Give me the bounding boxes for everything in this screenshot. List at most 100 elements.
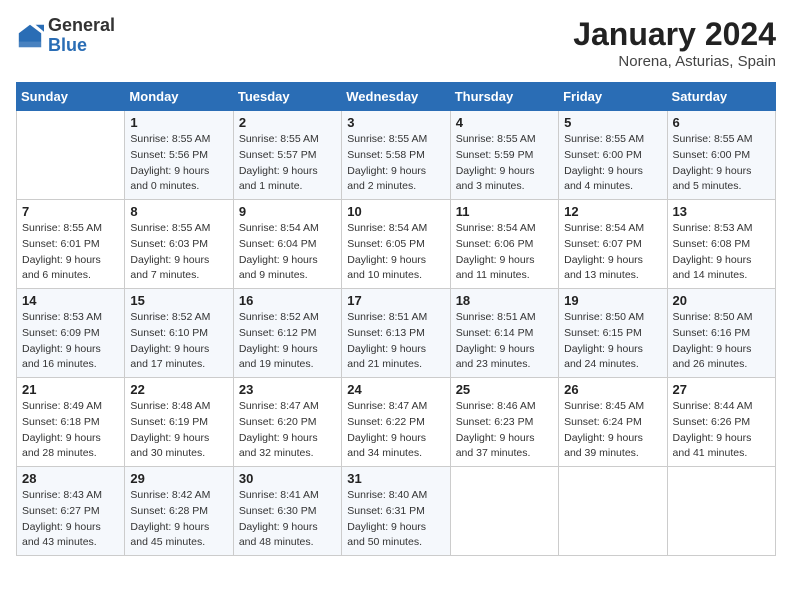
weekday-header-monday: Monday [125,83,233,111]
day-number: 24 [347,382,444,397]
calendar-week-1: 1Sunrise: 8:55 AM Sunset: 5:56 PM Daylig… [17,111,776,200]
calendar-cell [667,467,775,556]
day-number: 17 [347,293,444,308]
logo: General Blue [16,16,115,56]
weekday-header-tuesday: Tuesday [233,83,341,111]
calendar-week-4: 21Sunrise: 8:49 AM Sunset: 6:18 PM Dayli… [17,378,776,467]
day-number: 22 [130,382,227,397]
calendar-cell: 17 Sunrise: 8:51 AM Sunset: 6:13 PM Dayli… [342,289,450,378]
day-number: 27 [673,382,770,397]
day-info: Sunrise: 8:49 AM Sunset: 6:18 PM Dayligh… [22,399,119,462]
day-number: 9 [239,204,336,219]
day-number: 16 [239,293,336,308]
day-info: Sunrise: 8:50 AM Sunset: 6:15 PM Dayligh… [564,310,661,373]
calendar-cell: 20Sunrise: 8:50 AM Sunset: 6:16 PM Dayli… [667,289,775,378]
calendar-cell: 2Sunrise: 8:55 AM Sunset: 5:57 PM Daylig… [233,111,341,200]
weekday-header-saturday: Saturday [667,83,775,111]
weekday-header-wednesday: Wednesday [342,83,450,111]
calendar-cell: 13Sunrise: 8:53 AM Sunset: 6:08 PM Dayli… [667,200,775,289]
calendar-cell: 22 Sunrise: 8:48 AM Sunset: 6:19 PM Dayli… [125,378,233,467]
calendar-week-3: 14 Sunrise: 8:53 AM Sunset: 6:09 PM Dayli… [17,289,776,378]
day-info: Sunrise: 8:55 AM Sunset: 6:03 PM Dayligh… [130,221,227,284]
day-number: 14 [22,293,119,308]
day-number: 28 [22,471,119,486]
day-info: Sunrise: 8:48 AM Sunset: 6:19 PM Dayligh… [130,399,227,462]
day-number: 11 [456,204,553,219]
calendar-cell: 9 Sunrise: 8:54 AM Sunset: 6:04 PM Daylig… [233,200,341,289]
day-info: Sunrise: 8:55 AM Sunset: 6:00 PM Dayligh… [673,132,770,195]
logo-blue: Blue [48,36,115,56]
day-number: 13 [673,204,770,219]
calendar-cell: 24Sunrise: 8:47 AM Sunset: 6:22 PM Dayli… [342,378,450,467]
calendar-cell: 26 Sunrise: 8:45 AM Sunset: 6:24 PM Dayli… [559,378,667,467]
day-info: Sunrise: 8:52 AM Sunset: 6:12 PM Dayligh… [239,310,336,373]
day-info: Sunrise: 8:55 AM Sunset: 5:59 PM Dayligh… [456,132,553,195]
day-info: Sunrise: 8:40 AM Sunset: 6:31 PM Dayligh… [347,488,444,551]
day-info: Sunrise: 8:44 AM Sunset: 6:26 PM Dayligh… [673,399,770,462]
day-info: Sunrise: 8:51 AM Sunset: 6:13 PM Dayligh… [347,310,444,373]
calendar-cell: 7 Sunrise: 8:55 AM Sunset: 6:01 PM Daylig… [17,200,125,289]
day-number: 4 [456,115,553,130]
month-year: January 2024 [573,16,776,53]
calendar-cell: 31Sunrise: 8:40 AM Sunset: 6:31 PM Dayli… [342,467,450,556]
calendar-cell: 29 Sunrise: 8:42 AM Sunset: 6:28 PM Dayli… [125,467,233,556]
day-info: Sunrise: 8:53 AM Sunset: 6:09 PM Dayligh… [22,310,119,373]
day-info: Sunrise: 8:54 AM Sunset: 6:07 PM Dayligh… [564,221,661,284]
day-info: Sunrise: 8:42 AM Sunset: 6:28 PM Dayligh… [130,488,227,551]
day-info: Sunrise: 8:54 AM Sunset: 6:05 PM Dayligh… [347,221,444,284]
calendar-cell: 30Sunrise: 8:41 AM Sunset: 6:30 PM Dayli… [233,467,341,556]
calendar-cell [450,467,558,556]
day-number: 25 [456,382,553,397]
calendar-cell: 4 Sunrise: 8:55 AM Sunset: 5:59 PM Daylig… [450,111,558,200]
calendar-cell: 6 Sunrise: 8:55 AM Sunset: 6:00 PM Daylig… [667,111,775,200]
day-number: 5 [564,115,661,130]
calendar-table: SundayMondayTuesdayWednesdayThursdayFrid… [16,82,776,556]
day-info: Sunrise: 8:46 AM Sunset: 6:23 PM Dayligh… [456,399,553,462]
weekday-header-friday: Friday [559,83,667,111]
logo-general: General [48,16,115,36]
calendar-cell: 16 Sunrise: 8:52 AM Sunset: 6:12 PM Dayli… [233,289,341,378]
day-number: 10 [347,204,444,219]
day-number: 6 [673,115,770,130]
calendar-week-2: 7 Sunrise: 8:55 AM Sunset: 6:01 PM Daylig… [17,200,776,289]
calendar-cell: 1Sunrise: 8:55 AM Sunset: 5:56 PM Daylig… [125,111,233,200]
day-info: Sunrise: 8:55 AM Sunset: 6:01 PM Dayligh… [22,221,119,284]
calendar-cell: 14 Sunrise: 8:53 AM Sunset: 6:09 PM Dayli… [17,289,125,378]
calendar-cell: 19 Sunrise: 8:50 AM Sunset: 6:15 PM Dayli… [559,289,667,378]
logo-icon [16,22,44,50]
weekday-row: SundayMondayTuesdayWednesdayThursdayFrid… [17,83,776,111]
calendar-cell: 28Sunrise: 8:43 AM Sunset: 6:27 PM Dayli… [17,467,125,556]
day-number: 7 [22,204,119,219]
day-number: 20 [673,293,770,308]
calendar-cell: 3 Sunrise: 8:55 AM Sunset: 5:58 PM Daylig… [342,111,450,200]
title-block: January 2024 Norena, Asturias, Spain [573,16,776,70]
day-info: Sunrise: 8:52 AM Sunset: 6:10 PM Dayligh… [130,310,227,373]
day-info: Sunrise: 8:47 AM Sunset: 6:20 PM Dayligh… [239,399,336,462]
calendar-cell: 12 Sunrise: 8:54 AM Sunset: 6:07 PM Dayli… [559,200,667,289]
calendar-cell: 10 Sunrise: 8:54 AM Sunset: 6:05 PM Dayli… [342,200,450,289]
calendar-cell: 21Sunrise: 8:49 AM Sunset: 6:18 PM Dayli… [17,378,125,467]
day-number: 23 [239,382,336,397]
day-number: 15 [130,293,227,308]
weekday-header-sunday: Sunday [17,83,125,111]
day-number: 19 [564,293,661,308]
day-number: 26 [564,382,661,397]
calendar-cell: 18Sunrise: 8:51 AM Sunset: 6:14 PM Dayli… [450,289,558,378]
day-number: 2 [239,115,336,130]
calendar-cell: 5Sunrise: 8:55 AM Sunset: 6:00 PM Daylig… [559,111,667,200]
calendar-cell: 25 Sunrise: 8:46 AM Sunset: 6:23 PM Dayli… [450,378,558,467]
day-info: Sunrise: 8:45 AM Sunset: 6:24 PM Dayligh… [564,399,661,462]
calendar-cell [559,467,667,556]
day-number: 8 [130,204,227,219]
day-number: 12 [564,204,661,219]
weekday-header-thursday: Thursday [450,83,558,111]
day-info: Sunrise: 8:54 AM Sunset: 6:04 PM Dayligh… [239,221,336,284]
day-info: Sunrise: 8:55 AM Sunset: 5:58 PM Dayligh… [347,132,444,195]
day-info: Sunrise: 8:51 AM Sunset: 6:14 PM Dayligh… [456,310,553,373]
calendar-cell: 15 Sunrise: 8:52 AM Sunset: 6:10 PM Dayli… [125,289,233,378]
day-number: 1 [130,115,227,130]
day-number: 29 [130,471,227,486]
day-number: 3 [347,115,444,130]
day-info: Sunrise: 8:41 AM Sunset: 6:30 PM Dayligh… [239,488,336,551]
day-info: Sunrise: 8:54 AM Sunset: 6:06 PM Dayligh… [456,221,553,284]
